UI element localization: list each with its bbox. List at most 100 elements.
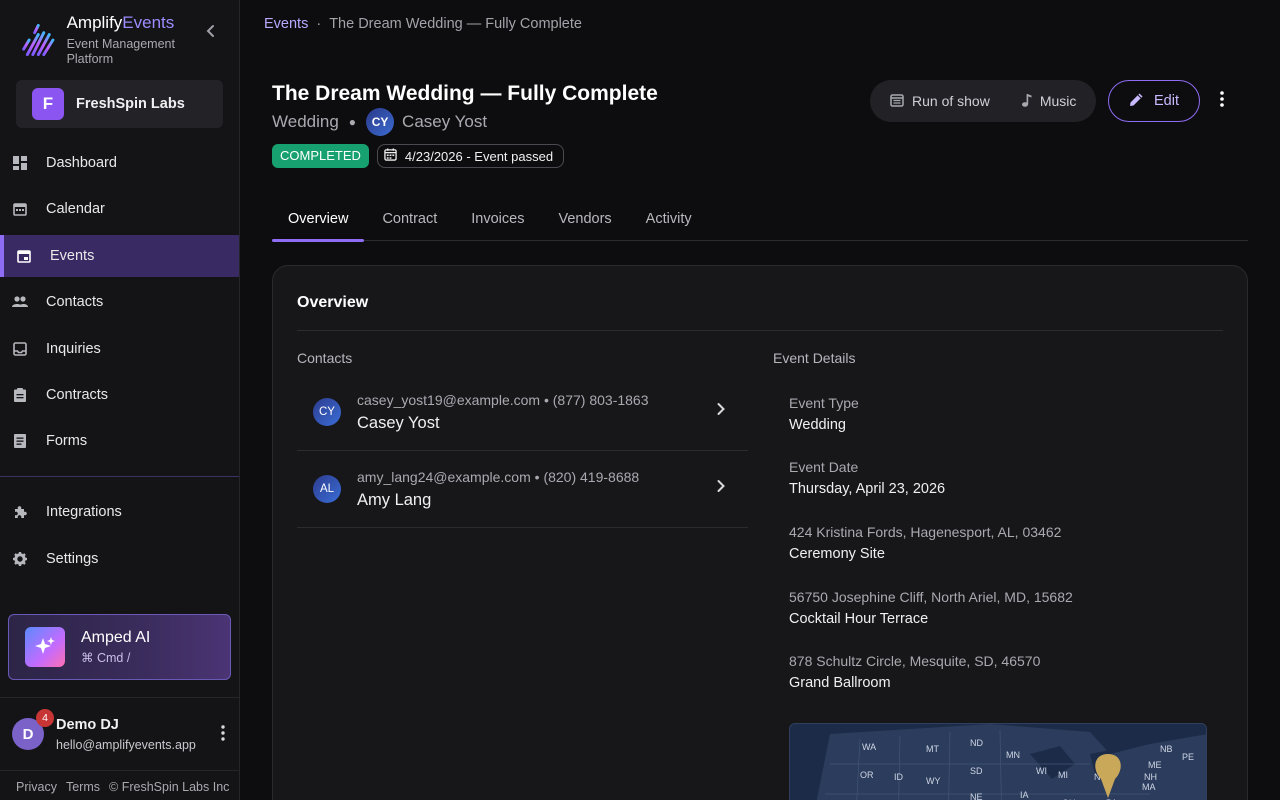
- ai-title: Amped AI: [81, 629, 151, 646]
- brand-name: AmplifyEvents: [66, 13, 175, 33]
- breadcrumb-events-link[interactable]: Events: [264, 16, 308, 32]
- dashboard-icon: [12, 155, 28, 171]
- map-state-label: ME: [1148, 760, 1162, 770]
- contact-name: Amy Lang: [357, 490, 432, 509]
- music-note-icon: [1021, 93, 1032, 110]
- sidebar-item-label: Integrations: [46, 504, 122, 521]
- avatar: D 4: [12, 709, 54, 750]
- map-state-label: WA: [862, 742, 876, 752]
- user-name: Demo DJ: [56, 716, 119, 733]
- avatar: CY: [366, 108, 395, 136]
- amped-ai-button[interactable]: Amped AI ⌘ Cmd /: [8, 614, 231, 680]
- puzzle-icon: [12, 504, 28, 520]
- schedule-icon: [890, 93, 904, 110]
- detail-venue-ballroom: 878 Schultz Circle, Mesquite, SD, 46570 …: [789, 653, 1041, 691]
- privacy-link[interactable]: Privacy: [16, 780, 57, 794]
- map-state-label: NB: [1160, 744, 1173, 754]
- org-switcher[interactable]: F FreshSpin Labs: [16, 80, 223, 128]
- main-content: Events · The Dream Wedding — Fully Compl…: [240, 0, 1280, 800]
- ai-shortcut: ⌘ Cmd /: [81, 651, 131, 665]
- terms-link[interactable]: Terms: [66, 780, 100, 794]
- contact-row[interactable]: AL amy_lang24@example.com • (820) 419-86…: [297, 451, 748, 528]
- sidebar-item-label: Inquiries: [46, 340, 101, 357]
- sidebar-item-label: Calendar: [46, 201, 105, 218]
- sidebar-item-events[interactable]: Events: [0, 234, 239, 277]
- contacts-heading: Contacts: [297, 350, 353, 366]
- user-profile[interactable]: D 4 Demo DJ hello@amplifyevents.app: [0, 697, 239, 771]
- sidebar-item-label: Contracts: [46, 386, 109, 403]
- map-state-label: PE: [1182, 752, 1194, 762]
- panel-divider: [297, 330, 1223, 331]
- notification-badge: 4: [36, 709, 54, 727]
- avatar: AL: [313, 475, 341, 503]
- music-button[interactable]: Music: [1021, 93, 1076, 110]
- sidebar: AmplifyEvents Event Management Platform …: [0, 0, 240, 800]
- sidebar-item-label: Settings: [46, 550, 99, 567]
- separator-dot: ●: [348, 115, 357, 129]
- map-state-label: MI: [1058, 770, 1068, 780]
- sidebar-item-label: Forms: [46, 433, 88, 450]
- brand-subtitle: Event Management Platform: [66, 36, 175, 66]
- map-state-label: NH: [1144, 772, 1157, 782]
- sidebar-item-integrations[interactable]: Integrations: [0, 491, 239, 533]
- sidebar-item-label: Contacts: [46, 294, 104, 311]
- pencil-icon: [1129, 92, 1144, 111]
- status-row: COMPLETED 4/23/2026 - Event passed: [272, 144, 565, 168]
- map-state-label: SD: [970, 766, 983, 776]
- run-of-show-button[interactable]: Run of show: [890, 93, 990, 110]
- sidebar-divider: [0, 476, 239, 478]
- sidebar-item-contracts[interactable]: Contracts: [0, 374, 239, 416]
- sidebar-item-inquiries[interactable]: Inquiries: [0, 328, 239, 370]
- chevron-right-icon: [716, 402, 726, 421]
- sidebar-item-dashboard[interactable]: Dashboard: [0, 142, 239, 184]
- contact-name: Casey Yost: [357, 413, 440, 432]
- sidebar-item-forms[interactable]: Forms: [0, 420, 239, 462]
- org-name: FreshSpin Labs: [76, 96, 185, 112]
- sidebar-item-label: Dashboard: [46, 155, 117, 171]
- tab-bar: Overview Contract Invoices Vendors Activ…: [272, 196, 1248, 242]
- form-icon: [12, 433, 28, 449]
- edit-button[interactable]: Edit: [1108, 80, 1200, 122]
- more-vertical-icon[interactable]: [221, 725, 225, 744]
- sidebar-item-calendar[interactable]: Calendar: [0, 188, 239, 230]
- panel-title: Overview: [297, 294, 369, 311]
- copyright: © FreshSpin Labs Inc: [109, 780, 230, 794]
- sidebar-item-contacts[interactable]: Contacts: [0, 281, 239, 323]
- edit-label: Edit: [1154, 93, 1179, 109]
- tab-contract[interactable]: Contract: [366, 196, 453, 241]
- contact-row[interactable]: CY casey_yost19@example.com • (877) 803-…: [297, 374, 748, 451]
- clipboard-icon: [12, 387, 28, 403]
- gear-icon: [12, 551, 28, 567]
- event-details-heading: Event Details: [773, 350, 856, 366]
- collapse-sidebar-chevron-left-icon[interactable]: [201, 23, 221, 43]
- people-icon: [12, 294, 28, 310]
- tab-activity[interactable]: Activity: [630, 196, 708, 241]
- more-vertical-icon[interactable]: [1220, 91, 1224, 112]
- date-badge-text: 4/23/2026 - Event passed: [404, 148, 554, 164]
- map-state-label: MA: [1142, 782, 1156, 792]
- map-state-label: MN: [1006, 750, 1020, 760]
- inbox-icon: [12, 341, 28, 357]
- event-owner-name[interactable]: Casey Yost: [402, 112, 487, 132]
- breadcrumb-current: The Dream Wedding — Fully Complete: [329, 16, 582, 32]
- tab-invoices[interactable]: Invoices: [455, 196, 540, 241]
- footer-links: Privacy Terms © FreshSpin Labs Inc: [16, 780, 229, 794]
- chevron-right-icon: [716, 479, 726, 498]
- event-icon: [16, 248, 32, 264]
- sparkles-icon: [25, 627, 65, 667]
- tab-overview[interactable]: Overview: [272, 196, 365, 242]
- org-avatar: F: [32, 88, 64, 120]
- action-group: Run of show Music: [870, 80, 1097, 122]
- brand-logo: [22, 23, 55, 57]
- map-state-label: OR: [860, 770, 874, 780]
- avatar: CY: [313, 398, 341, 426]
- event-subline: Wedding ● CY Casey Yost: [272, 108, 487, 136]
- contact-meta: amy_lang24@example.com • (820) 419-8688: [357, 468, 640, 485]
- date-badge: 4/23/2026 - Event passed: [376, 144, 565, 168]
- tab-vendors[interactable]: Vendors: [542, 196, 627, 241]
- detail-venue-ceremony: 424 Kristina Fords, Hagenesport, AL, 034…: [789, 524, 1062, 562]
- venue-map[interactable]: WAMTNDMNORIDSDWIMINYMENHMANBPEWYNEIAPAIL…: [789, 723, 1207, 800]
- sidebar-nav: Dashboard Calendar Events Contacts Inqui…: [0, 142, 239, 580]
- sidebar-item-settings[interactable]: Settings: [0, 538, 239, 580]
- map-state-label: WI: [1036, 766, 1047, 776]
